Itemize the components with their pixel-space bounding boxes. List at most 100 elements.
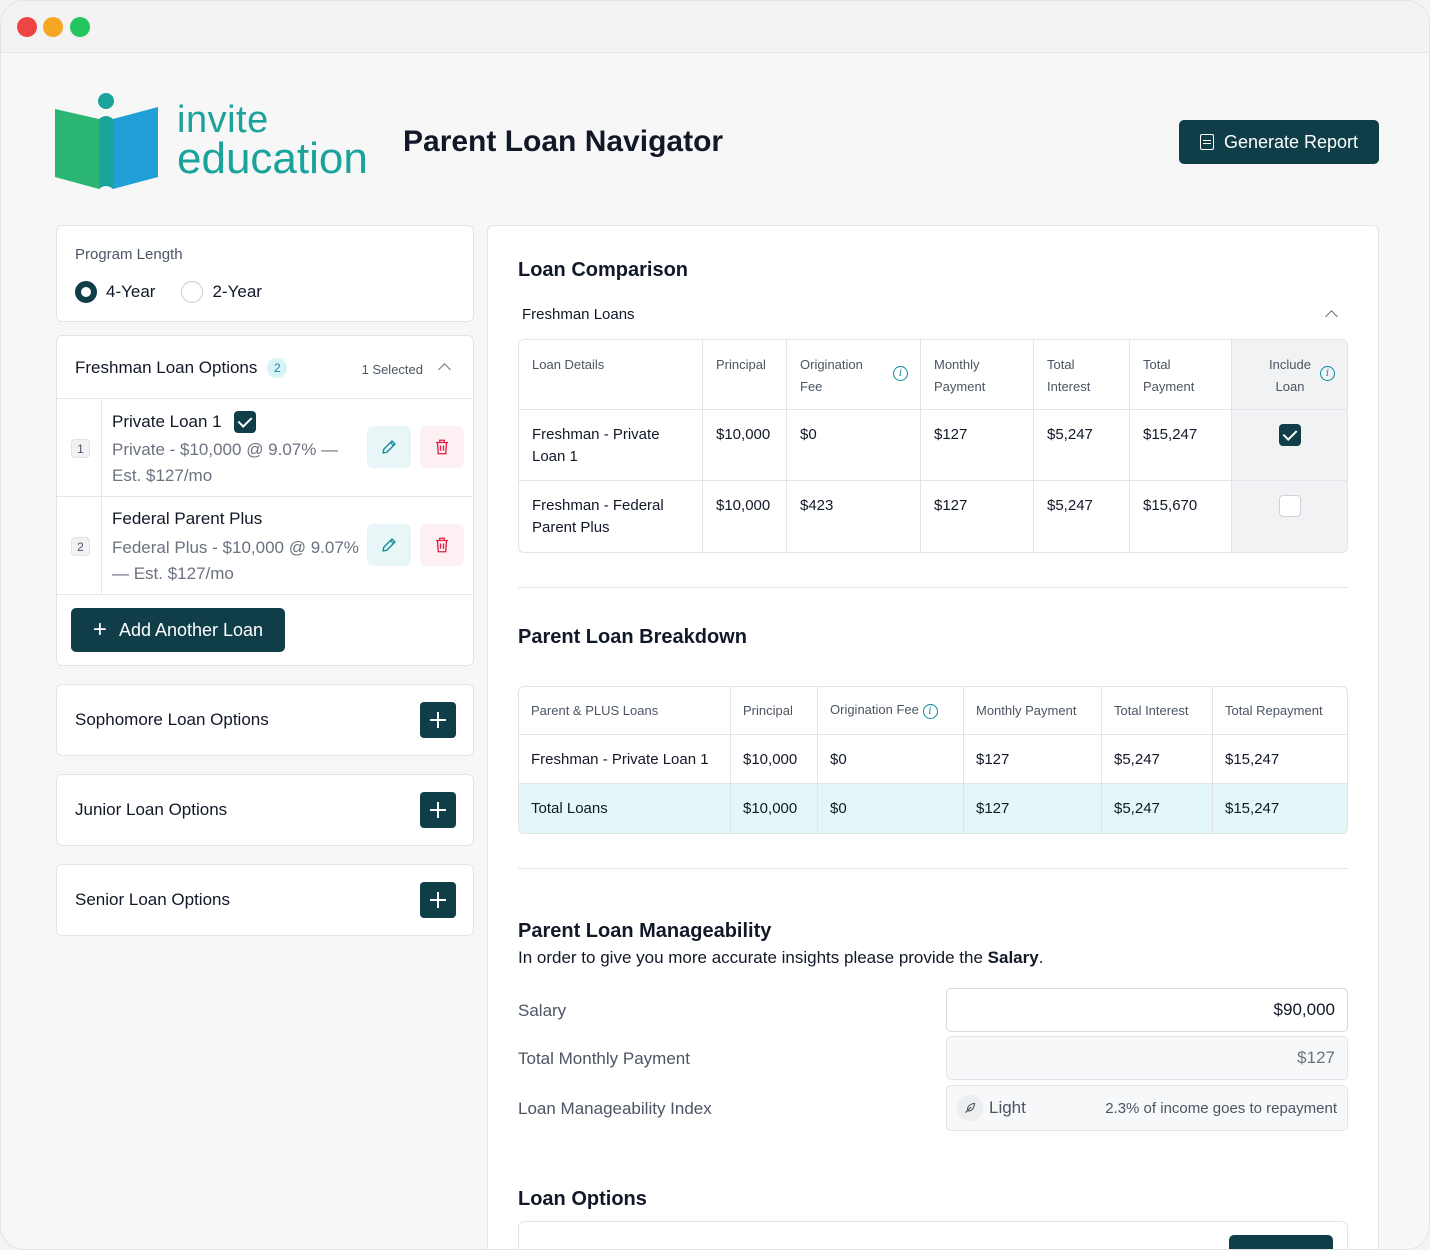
edit-loan-button[interactable] <box>367 426 411 468</box>
breakdown-header-row: Parent & PLUS Loans Principal Originatio… <box>519 687 1347 735</box>
loan-count-badge: 2 <box>267 358 288 378</box>
cell-principal: $10,000 <box>703 481 787 552</box>
manageability-index-label: Loan Manageability Index <box>518 1099 712 1118</box>
maximize-window-button[interactable] <box>70 17 90 37</box>
manageability-title: Parent Loan Manageability <box>518 920 772 942</box>
delete-loan-button[interactable] <box>420 426 464 468</box>
comparison-header-row: Loan Details Principal Origination Fee i … <box>519 340 1347 410</box>
cell-principal: $10,000 <box>731 735 818 784</box>
feather-glyph <box>964 1102 976 1114</box>
manageability-desc-suffix: . <box>1038 948 1044 967</box>
junior-loan-options-card[interactable]: Junior Loan Options <box>56 774 474 846</box>
expand-junior-button[interactable] <box>420 792 456 828</box>
freshman-options-header[interactable]: Freshman Loan Options 2 <box>75 358 288 378</box>
program-length-radio-group: 4-Year 2-Year <box>75 281 288 303</box>
trash-icon <box>436 439 448 455</box>
col-principal: Principal <box>703 340 787 410</box>
add-another-loan-button[interactable]: + Add Another Loan <box>71 608 285 652</box>
info-icon[interactable]: i <box>893 366 908 381</box>
page-header: invite education Parent Loan Navigator G… <box>55 91 1379 191</box>
document-icon <box>1199 134 1214 150</box>
loan-item-2: 2 Federal Parent Plus Federal Plus - $10… <box>57 496 473 594</box>
radio-unselected-icon[interactable] <box>181 281 204 303</box>
include-loan-checkbox[interactable] <box>233 411 256 433</box>
cell-origination-fee: $0 <box>787 410 921 481</box>
cell-monthly-payment: $127 <box>921 410 1034 481</box>
loan-index-badge: 2 <box>71 537 90 556</box>
radio-4-year[interactable]: 4-Year <box>75 281 155 303</box>
cell-loan-details: Freshman - Federal Parent Plus <box>519 481 703 552</box>
invite-education-logo-icon <box>55 93 158 189</box>
freshman-loans-group-label: Freshman Loans <box>522 306 635 323</box>
col-loan-details: Loan Details <box>519 340 703 410</box>
loan-index-column: 1 <box>57 399 102 496</box>
generate-report-button[interactable]: Generate Report <box>1179 120 1379 164</box>
include-loan-checkbox[interactable] <box>1279 495 1301 517</box>
manageability-index-text: Light <box>989 1098 1026 1117</box>
trash-icon <box>436 537 448 553</box>
junior-options-title: Junior Loan Options <box>75 800 228 819</box>
senior-options-title: Senior Loan Options <box>75 890 230 909</box>
loan-name: Private Loan 1 <box>112 411 256 433</box>
radio-4-year-label: 4-Year <box>106 282 156 301</box>
chevron-up-icon[interactable] <box>438 363 451 376</box>
manageability-desc-bold: Salary <box>987 948 1039 967</box>
add-loan-label: Add Another Loan <box>118 619 264 640</box>
salary-label: Salary <box>518 1001 567 1020</box>
loan-comparison-title: Loan Comparison <box>518 259 689 281</box>
loan-breakdown-title: Parent Loan Breakdown <box>518 626 747 648</box>
col-include-loan-label: Include Loan <box>1269 357 1311 394</box>
title-bar <box>1 1 1429 53</box>
loan-comparison-table: Loan Details Principal Origination Fee i … <box>518 339 1348 553</box>
col-monthly-payment-label: Monthly Payment <box>934 357 986 394</box>
total-monthly-payment-field: $127 <box>946 1036 1348 1080</box>
loan-name-text: Federal Parent Plus <box>112 509 263 528</box>
cell-total-payment: $15,247 <box>1130 410 1232 481</box>
col-parent-plus-loans: Parent & PLUS Loans <box>519 687 731 735</box>
salary-input[interactable]: $90,000 <box>946 988 1348 1032</box>
generate-report-label: Generate Report <box>1223 131 1359 152</box>
col-total-interest: Total Interest <box>1034 340 1130 410</box>
freshman-loan-options-card: Freshman Loan Options 2 1 Selected 1 Pri… <box>56 335 474 666</box>
pencil-icon <box>382 440 396 454</box>
cell-total-interest: $5,247 <box>1102 784 1213 833</box>
cell-total-monthly-payment: $127 <box>964 784 1102 833</box>
expand-sophomore-button[interactable] <box>420 702 456 738</box>
radio-selected-icon[interactable] <box>75 281 97 303</box>
col-total-payment-label: Total Payment <box>1143 357 1195 394</box>
info-icon[interactable]: i <box>1320 366 1335 381</box>
col-principal: Principal <box>731 687 818 735</box>
info-icon[interactable]: i <box>922 704 938 719</box>
cell-include-loan <box>1232 410 1347 481</box>
apply-button[interactable] <box>1229 1235 1333 1249</box>
expand-senior-button[interactable] <box>420 882 456 918</box>
cell-total-origination-fee: $0 <box>818 784 964 833</box>
close-window-button[interactable] <box>17 17 37 37</box>
delete-loan-button[interactable] <box>420 524 464 566</box>
col-total-payment: Total Payment <box>1130 340 1232 410</box>
senior-loan-options-card[interactable]: Senior Loan Options <box>56 864 474 936</box>
include-loan-checkbox[interactable] <box>1279 424 1301 446</box>
cell-total-interest: $5,247 <box>1034 410 1130 481</box>
loan-name: Federal Parent Plus <box>112 509 262 529</box>
collapse-chevron-up-icon[interactable] <box>1325 310 1338 323</box>
col-origination-fee-label: Origination Fee <box>800 357 863 394</box>
cell-origination-fee: $423 <box>787 481 921 552</box>
section-divider <box>518 587 1348 588</box>
app-window: invite education Parent Loan Navigator G… <box>0 0 1430 1250</box>
plus-icon: + <box>92 616 107 643</box>
col-origination-fee: Origination Fee i <box>787 340 921 410</box>
program-length-label: Program Length <box>75 246 183 263</box>
section-divider <box>518 868 1348 869</box>
sophomore-loan-options-card[interactable]: Sophomore Loan Options <box>56 684 474 756</box>
table-row: Freshman - Federal Parent Plus $10,000 $… <box>519 481 1347 552</box>
cell-origination-fee: $0 <box>818 735 964 784</box>
cell-total-interest: $5,247 <box>1034 481 1130 552</box>
col-monthly-payment: Monthly Payment <box>921 340 1034 410</box>
minimize-window-button[interactable] <box>43 17 63 37</box>
loan-options-box <box>518 1221 1348 1249</box>
edit-loan-button[interactable] <box>367 524 411 566</box>
col-total-interest: Total Interest <box>1102 687 1213 735</box>
radio-2-year[interactable]: 2-Year <box>181 281 262 303</box>
table-row: Freshman - Private Loan 1 $10,000 $0 $12… <box>519 735 1347 784</box>
